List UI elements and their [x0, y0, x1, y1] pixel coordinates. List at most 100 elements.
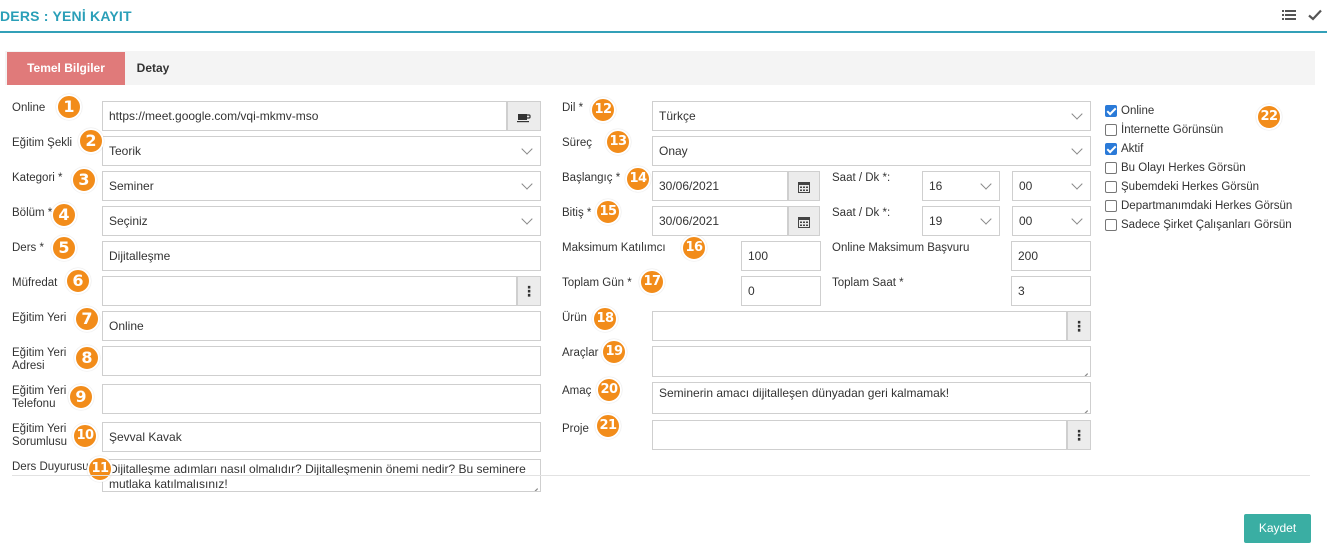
egitim-yeri-sorumlusu-input[interactable]: Şevval Kavak — [102, 422, 541, 452]
meeting-icon[interactable] — [507, 101, 541, 131]
chevron-down-icon — [1071, 179, 1083, 191]
egitim-yeri-telefonu-label: Eğitim Yeri Telefonu — [12, 385, 66, 411]
resize-handle-icon[interactable] — [1081, 367, 1089, 375]
proje-input[interactable] — [652, 420, 1067, 450]
page-title: DERS : YENİ KAYIT — [0, 8, 132, 24]
araclar-textarea[interactable] — [652, 346, 1091, 377]
checkbox-internette-gorunsun[interactable]: İnternette Görünsün — [1105, 123, 1223, 137]
number-badge: 11 — [87, 456, 113, 482]
toplam-gun-input[interactable]: 0 — [741, 276, 821, 306]
checkbox-aktif[interactable]: Aktif — [1105, 142, 1143, 156]
checkbox-online[interactable]: Online — [1105, 104, 1154, 118]
label-line: Telefonu — [12, 398, 56, 410]
checkbox-icon[interactable] — [1105, 219, 1117, 231]
check-icon[interactable] — [1307, 7, 1323, 23]
tab-temel-bilgiler[interactable]: Temel Bilgiler — [7, 52, 125, 85]
checkbox-label: Bu Olayı Herkes Görsün — [1121, 162, 1246, 174]
checkbox-herkes-gorsun[interactable]: Bu Olayı Herkes Görsün — [1105, 161, 1246, 175]
number-badge: 16 — [681, 235, 707, 261]
chevron-down-icon — [1071, 109, 1083, 121]
checkbox-icon[interactable] — [1105, 181, 1117, 193]
bolum-select[interactable]: Seçiniz — [102, 206, 541, 236]
maks-katilimci-label: Maksimum Katılımcı — [562, 242, 666, 254]
checkbox-subemdeki[interactable]: Şubemdeki Herkes Görsün — [1105, 180, 1259, 194]
number-badge: 9 — [68, 384, 94, 410]
toplam-saat-label: Toplam Saat * — [832, 277, 904, 289]
toplam-gun-label: Toplam Gün * — [562, 277, 632, 289]
online-maks-label: Online Maksimum Başvuru — [832, 242, 970, 254]
label-line: Eğitim Yeri — [12, 385, 67, 397]
checkbox-icon[interactable] — [1105, 124, 1117, 136]
online-maks-input[interactable]: 200 — [1011, 241, 1091, 271]
amac-textarea[interactable]: Seminerin amacı dijitalleşen dünyadan ge… — [652, 382, 1091, 414]
baslangic-date-input[interactable]: 30/06/2021 — [652, 171, 788, 201]
number-badge: 4 — [51, 202, 77, 228]
bitis-minute-select[interactable]: 00 — [1012, 206, 1091, 236]
dil-select[interactable]: Türkçe — [652, 101, 1091, 131]
urun-input[interactable] — [652, 311, 1067, 341]
more-vertical-icon[interactable]: ⋮ — [517, 276, 541, 306]
chevron-down-icon — [980, 179, 992, 191]
egitim-yeri-sorumlusu-label: Eğitim Yeri Sorumlusu — [12, 423, 67, 449]
number-badge: 17 — [639, 269, 665, 295]
checkbox-icon[interactable] — [1105, 200, 1117, 212]
number-badge: 3 — [71, 167, 97, 193]
mufredat-input[interactable] — [102, 276, 517, 306]
kategori-select[interactable]: Seminer — [102, 171, 541, 201]
chevron-down-icon — [521, 214, 533, 226]
egitim-yeri-telefonu-input[interactable] — [102, 384, 541, 414]
number-badge: 7 — [74, 306, 100, 332]
page-header: DERS : YENİ KAYIT — [0, 0, 1327, 33]
ders-duyurusu-label: Ders Duyurusu — [12, 461, 89, 473]
checkbox-icon[interactable] — [1105, 162, 1117, 174]
number-badge: 15 — [595, 199, 621, 225]
egitim-sekli-label: Eğitim Şekli — [12, 137, 73, 149]
checkbox-sirket-calisanlari[interactable]: Sadece Şirket Çalışanları Görsün — [1105, 218, 1292, 232]
online-url-input[interactable]: https://meet.google.com/vqi-mkmv-mso — [102, 101, 507, 131]
egitim-sekli-select[interactable]: Teorik — [102, 136, 541, 166]
kategori-value: Seminer — [109, 179, 154, 193]
proje-label: Proje — [562, 423, 589, 435]
egitim-yeri-input[interactable]: Online — [102, 311, 541, 341]
number-badge: 19 — [601, 339, 627, 365]
label-line: Eğitim Yeri — [12, 347, 67, 359]
bitis-label: Bitiş * — [562, 207, 592, 219]
label-line: Eğitim Yeri — [12, 423, 67, 435]
more-vertical-icon[interactable]: ⋮ — [1067, 420, 1091, 450]
chevron-down-icon — [1071, 214, 1083, 226]
number-badge: 18 — [592, 306, 618, 332]
more-vertical-icon[interactable]: ⋮ — [1067, 311, 1091, 341]
egitim-yeri-adresi-input[interactable] — [102, 346, 541, 376]
toplam-saat-input[interactable]: 3 — [1011, 276, 1091, 306]
surec-select[interactable]: Onay — [652, 136, 1091, 166]
bitis-date-input[interactable]: 30/06/2021 — [652, 206, 788, 236]
list-icon[interactable] — [1281, 7, 1297, 23]
ders-input[interactable]: Dijitalleşme — [102, 241, 541, 271]
tab-detay[interactable]: Detay — [125, 52, 181, 85]
number-badge: 10 — [72, 423, 98, 449]
calendar-icon[interactable] — [788, 206, 820, 236]
divider — [12, 475, 1310, 476]
maks-katilimci-input[interactable]: 100 — [741, 241, 821, 271]
resize-handle-icon[interactable] — [1081, 404, 1089, 412]
checkbox-departmanimdaki[interactable]: Departmanımdaki Herkes Görsün — [1105, 199, 1292, 213]
surec-value: Onay — [659, 144, 688, 158]
checkbox-checked-icon[interactable] — [1105, 143, 1117, 155]
baslangic-hour-select[interactable]: 16 — [922, 171, 1000, 201]
chevron-down-icon — [521, 179, 533, 191]
bitis-saat-label: Saat / Dk *: — [832, 207, 891, 219]
araclar-label: Araçlar — [562, 347, 599, 359]
number-badge: 21 — [595, 413, 621, 439]
resize-handle-icon[interactable] — [531, 482, 539, 490]
bitis-hour-select[interactable]: 19 — [922, 206, 1000, 236]
egitim-sekli-value: Teorik — [109, 144, 142, 158]
chevron-down-icon — [521, 144, 533, 156]
number-badge: 22 — [1256, 104, 1282, 130]
baslangic-minute-select[interactable]: 00 — [1012, 171, 1091, 201]
dil-label: Dil * — [562, 102, 584, 114]
calendar-icon[interactable] — [788, 171, 820, 201]
checkbox-label: Şubemdeki Herkes Görsün — [1121, 181, 1260, 193]
checkbox-label: İnternette Görünsün — [1121, 124, 1224, 136]
save-button[interactable]: Kaydet — [1244, 514, 1311, 543]
checkbox-checked-icon[interactable] — [1105, 105, 1117, 117]
